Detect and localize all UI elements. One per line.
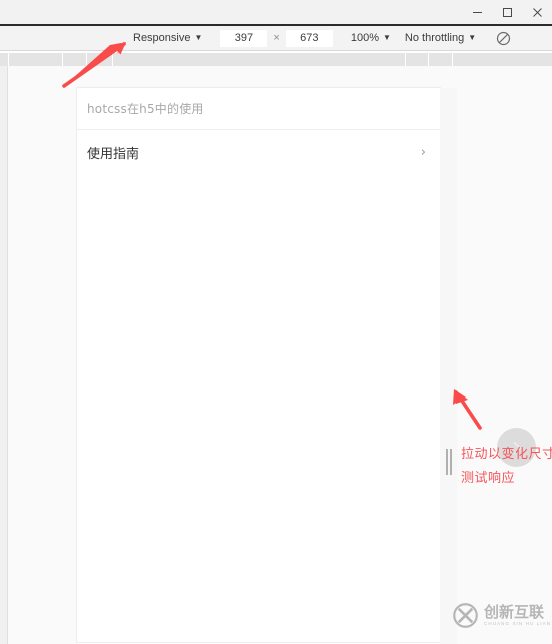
ruler-tick (112, 53, 113, 67)
chevron-down-icon: ▼ (468, 32, 477, 42)
resize-handle-bar (449, 449, 452, 475)
devtools-responsive-preview: Responsive ▼ × 100% ▼ No throttling ▼ (0, 0, 552, 644)
resize-handle-bar (445, 449, 448, 475)
viewport-height-input[interactable] (285, 29, 333, 47)
ruler-tick (428, 53, 429, 67)
viewport-resize-handle[interactable] (444, 449, 453, 475)
ruler-tick (86, 53, 87, 67)
chevron-down-icon: ▼ (382, 32, 391, 42)
watermark-brand-cn: 创新互联 (484, 602, 545, 621)
window-maximize-button[interactable] (492, 0, 522, 24)
card-body-empty-area (77, 174, 440, 642)
watermark-text: 创新互联 CHUANG XIN HU LIAN (484, 602, 552, 627)
ruler-tick (405, 53, 406, 67)
watermark-brand-pinyin: CHUANG XIN HU LIAN (484, 620, 552, 626)
ruler-tick (452, 53, 453, 67)
throttling-label: No throttling (404, 31, 465, 44)
resize-annotation-text: 拉动以变化尺寸测试响应 (461, 447, 552, 486)
card-header-title: hotcss在h5中的使用 (87, 102, 204, 116)
chevron-down-icon: ▼ (194, 32, 203, 42)
device-emulation-toolbar: Responsive ▼ × 100% ▼ No throttling ▼ (0, 26, 552, 51)
canvas-left-strip (0, 66, 8, 644)
device-preset-label: Responsive (133, 31, 191, 44)
viewport-ruler (0, 52, 552, 67)
ruler-tick (62, 53, 63, 67)
throttling-dropdown[interactable]: No throttling ▼ (403, 29, 478, 48)
window-titlebar (0, 0, 552, 24)
zoom-dropdown[interactable]: 100% ▼ (349, 29, 393, 48)
dimension-separator: × (273, 32, 280, 44)
device-right-gutter (440, 88, 457, 644)
no-network-icon[interactable] (494, 29, 512, 47)
list-item-label: 使用指南 (87, 146, 140, 162)
window-close-button[interactable] (522, 0, 552, 24)
card-header: hotcss在h5中的使用 (77, 88, 440, 130)
window-minimize-button[interactable] (462, 0, 492, 24)
device-viewport: hotcss在h5中的使用 使用指南 › (77, 88, 457, 644)
watermark: 创新互联 CHUANG XIN HU LIAN (452, 602, 551, 629)
viewport-width-input[interactable] (220, 29, 268, 47)
emulation-canvas: hotcss在h5中的使用 使用指南 › (0, 66, 552, 644)
chevron-right-icon: › (420, 144, 426, 160)
zoom-level-label: 100% (350, 31, 379, 44)
content-card: hotcss在h5中的使用 使用指南 › (77, 88, 440, 642)
ruler-tick (8, 53, 9, 67)
device-preset-dropdown[interactable]: Responsive ▼ (131, 29, 204, 48)
brand-logo-icon (452, 602, 479, 629)
toolbar-left-spacer (0, 38, 131, 39)
list-item[interactable]: 使用指南 › (77, 130, 440, 174)
